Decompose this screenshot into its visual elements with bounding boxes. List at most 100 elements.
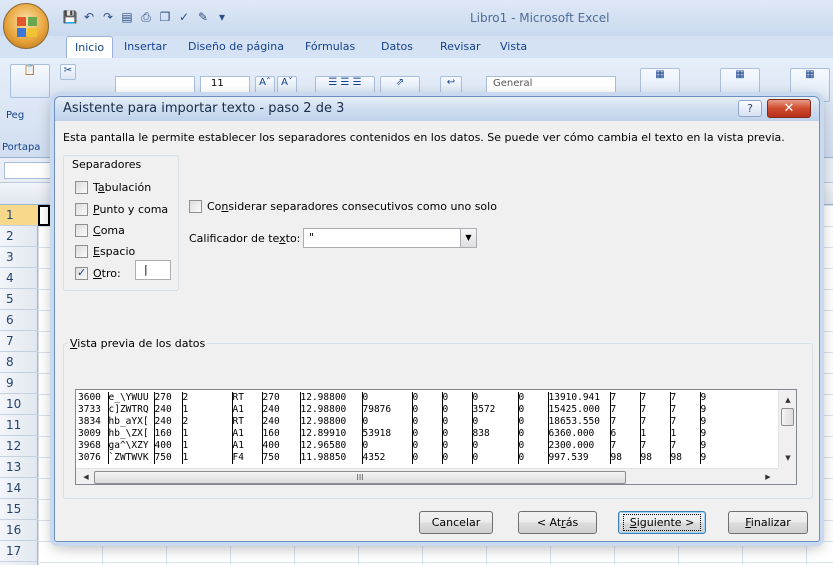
preview-row: 3076 `ZWTWVK 750 1 F4 750 11.98850 4352 0 0 0 0 997.… xyxy=(78,452,720,464)
cancel-button[interactable]: Cancelar xyxy=(419,511,493,534)
dialog-title-bar[interactable]: Asistente para importar texto - paso 2 d… xyxy=(55,97,819,121)
row-header[interactable]: 16 xyxy=(0,520,38,541)
preview-cell: 12.98800 xyxy=(300,392,363,404)
shrink-font-icon[interactable]: Aˇ xyxy=(277,76,297,94)
other-checkbox[interactable]: Otro: xyxy=(75,266,121,280)
intro-text: Esta pantalla le permite establecer los … xyxy=(63,131,785,144)
preview-cell: 7 xyxy=(610,404,641,416)
preview-cell: e_\YWUU xyxy=(108,392,155,404)
tab-formulas[interactable]: Fórmulas xyxy=(305,40,355,53)
preview-cell: 7 xyxy=(670,392,701,404)
tab-insertar[interactable]: Insertar xyxy=(124,40,167,53)
row-header[interactable]: 12 xyxy=(0,436,38,457)
redo-icon[interactable]: ↷ xyxy=(100,9,116,25)
tab-checkbox-box[interactable] xyxy=(75,181,88,194)
font-name-box[interactable] xyxy=(115,76,195,94)
tab-inicio[interactable]: Inicio xyxy=(66,36,114,58)
scroll-left-icon[interactable]: ◀ xyxy=(78,469,94,484)
row-header[interactable]: 5 xyxy=(0,289,38,310)
tab-vista[interactable]: Vista xyxy=(500,40,527,53)
preview-cell: 838 xyxy=(472,428,519,440)
row-header[interactable]: 17 xyxy=(0,541,38,562)
preview-cell: `ZWTWVK xyxy=(108,452,155,464)
paste-button[interactable]: 📋 xyxy=(10,64,50,98)
row-header[interactable]: 15 xyxy=(0,499,38,520)
consecutive-checkbox-box[interactable] xyxy=(189,200,202,213)
semicolon-checkbox-box[interactable] xyxy=(75,203,88,216)
grow-font-icon[interactable]: Aˆ xyxy=(255,76,275,94)
preview-cell: 160 xyxy=(154,428,183,440)
horizontal-scroll-thumb[interactable]: III xyxy=(94,471,626,484)
row-header[interactable]: 8 xyxy=(0,352,38,373)
preview-cell: 15425.000 xyxy=(548,404,611,416)
data-preview[interactable]: 3600 e_\YWUU 270 2 RT 270 12.98800 0 0 0 0 0 13910.9… xyxy=(75,389,797,485)
row-header[interactable]: 4 xyxy=(0,268,38,289)
next-button[interactable]: Siguiente > xyxy=(618,511,706,534)
row-header[interactable]: 7 xyxy=(0,331,38,352)
row-header[interactable]: 14 xyxy=(0,478,38,499)
active-cell[interactable] xyxy=(38,205,50,226)
preview-cell: 7 xyxy=(640,392,671,404)
other-checkbox-box[interactable] xyxy=(75,266,88,280)
preview-cell: 0 xyxy=(472,440,519,452)
preview-cell: 7 xyxy=(640,440,671,452)
save-icon[interactable]: 💾 xyxy=(62,9,78,25)
scroll-up-icon[interactable]: ▲ xyxy=(779,392,796,408)
row-header[interactable]: 6 xyxy=(0,310,38,331)
preview-cell: RT xyxy=(232,416,263,428)
finish-button[interactable]: Finalizar xyxy=(728,511,808,534)
row-header[interactable]: 3 xyxy=(0,247,38,268)
row-header[interactable]: 2 xyxy=(0,226,38,247)
wrap-text-icon[interactable]: ↩ xyxy=(440,76,462,94)
row-header[interactable]: 10 xyxy=(0,394,38,415)
preview-cell: 160 xyxy=(262,428,301,440)
office-button[interactable] xyxy=(3,3,49,49)
print-preview-icon[interactable]: ▤ xyxy=(119,9,135,25)
format-icon[interactable]: ✎ xyxy=(195,9,211,25)
semicolon-checkbox[interactable]: Punto y coma xyxy=(75,203,168,216)
consecutive-separators-checkbox[interactable]: Considerar separadores consecutivos como… xyxy=(189,200,497,213)
help-button[interactable]: ? xyxy=(738,100,762,117)
other-separator-input[interactable]: | xyxy=(135,260,171,280)
separators-legend: Separadores xyxy=(70,158,144,171)
preview-vertical-scrollbar[interactable]: ▲ ▼ xyxy=(778,390,796,468)
number-format-box[interactable]: General xyxy=(486,76,616,94)
cut-icon[interactable]: ✂ xyxy=(60,64,76,80)
text-qualifier-select[interactable]: " ▼ xyxy=(303,228,477,248)
print-icon[interactable]: ⎙ xyxy=(138,9,154,25)
preview-cell: ga^\XZY xyxy=(108,440,155,452)
chevron-down-icon[interactable]: ▼ xyxy=(460,229,476,247)
scroll-down-icon[interactable]: ▼ xyxy=(779,450,796,466)
preview-cell: 3600 xyxy=(78,392,109,404)
preview-cell: 240 xyxy=(262,416,301,428)
spelling-icon[interactable]: ✓ xyxy=(176,9,192,25)
undo-icon[interactable]: ↶ xyxy=(81,9,97,25)
scroll-right-icon[interactable]: ▶ xyxy=(760,469,776,484)
row-header[interactable]: 13 xyxy=(0,457,38,478)
row-header[interactable]: 1 xyxy=(0,205,38,226)
row-header[interactable]: 9 xyxy=(0,373,38,394)
preview-cell: 12.96580 xyxy=(300,440,363,452)
space-checkbox-box[interactable] xyxy=(75,245,88,258)
copy-icon[interactable]: ❐ xyxy=(157,9,173,25)
tab-diseno-pagina[interactable]: Diseño de página xyxy=(188,40,284,53)
space-checkbox[interactable]: Espacio xyxy=(75,245,135,258)
tab-datos[interactable]: Datos xyxy=(381,40,413,53)
align-buttons[interactable]: ☰ ☰ ☰ xyxy=(315,76,375,94)
orientation-icon[interactable]: ⇗ xyxy=(380,76,420,94)
tab-checkbox[interactable]: Tabulación xyxy=(75,181,151,194)
comma-checkbox-box[interactable] xyxy=(75,224,88,237)
vertical-scroll-thumb[interactable] xyxy=(781,408,794,426)
preview-cell: 9 xyxy=(700,416,707,427)
preview-cell: 0 xyxy=(472,452,519,464)
close-button[interactable]: ✕ xyxy=(767,99,811,118)
font-size-box[interactable]: 11 xyxy=(200,76,250,94)
back-button[interactable]: < Atrás xyxy=(518,511,597,534)
preview-cell: 6 xyxy=(610,428,641,440)
comma-checkbox[interactable]: Coma xyxy=(75,224,125,237)
tab-revisar[interactable]: Revisar xyxy=(440,40,480,53)
customize-qat-icon[interactable]: ▾ xyxy=(214,9,230,25)
row-header[interactable]: 11 xyxy=(0,415,38,436)
preview-cell: 0 xyxy=(412,428,443,440)
preview-horizontal-scrollbar[interactable]: ◀ III ▶ xyxy=(76,468,778,484)
